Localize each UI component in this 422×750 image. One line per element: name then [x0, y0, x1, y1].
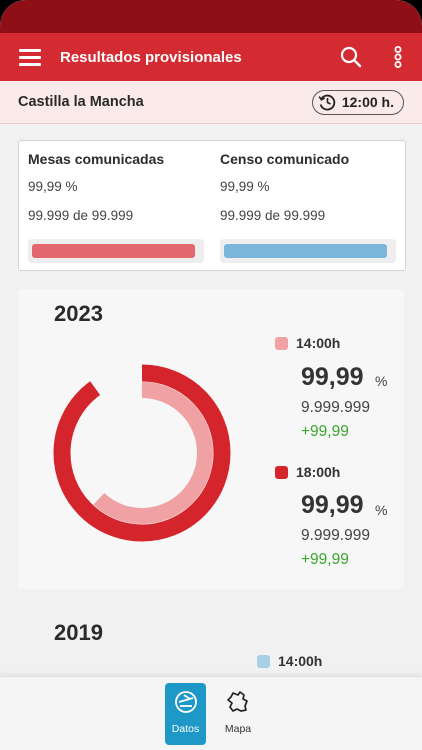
menu-button[interactable] [0, 33, 60, 81]
legend-time: 14:00h [296, 335, 341, 351]
region-bar: Castilla la Mancha 12:00 h. [0, 81, 422, 124]
mesas-progress-fill [32, 244, 195, 258]
legend-14h: 14:00h [275, 335, 340, 351]
year-label: 2019 [54, 620, 103, 645]
search-icon [340, 46, 362, 68]
nav-datos[interactable]: Datos [165, 683, 206, 745]
region-name: Castilla la Mancha [18, 94, 144, 110]
participation-donut [53, 364, 231, 542]
page-title: Resultados provisionales [60, 48, 242, 66]
ballot-box-icon [174, 691, 197, 713]
percent-unit: % [375, 373, 388, 389]
nav-mapa[interactable]: Mapa [217, 683, 259, 745]
censo-count: 99.999 de 99.999 [220, 208, 326, 223]
year-card-2023: 2023 14:00h 99,99 % 9.999.999 +99,99 18:… [18, 289, 404, 589]
votes-count: 9.999.999 [301, 527, 370, 544]
diff-value: +99,99 [301, 423, 349, 440]
year-label: 2023 [54, 301, 103, 326]
year-section-2019: 2019 14:00h [0, 596, 422, 676]
censo-percent: 99,99 % [220, 179, 270, 194]
legend-time: 14:00h [278, 653, 323, 669]
diff-value: +99,99 [301, 551, 349, 568]
percent-unit: % [375, 502, 388, 518]
legend-time: 18:00h [296, 464, 341, 480]
mesas-title: Mesas comunicadas [28, 151, 165, 167]
participation-value: 99,99 [301, 363, 364, 391]
participation-value: 99,99 [301, 491, 364, 519]
time-selector[interactable]: 12:00 h. [311, 89, 404, 115]
legend-swatch [275, 336, 288, 350]
legend-18h: 18:00h [275, 464, 340, 480]
nav-label: Mapa [224, 723, 252, 735]
censo-progress-fill [224, 244, 387, 258]
votes-count: 9.999.999 [301, 399, 370, 416]
mesas-column: Mesas comunicadas 99,99 % 99.999 de 99.9… [19, 141, 212, 270]
mesas-count: 99.999 de 99.999 [28, 208, 134, 223]
history-clock-icon [318, 94, 336, 111]
phone-screen: Resultados provisionales Castilla la Man… [0, 0, 422, 750]
app-bar: Resultados provisionales [0, 33, 422, 81]
search-button[interactable] [328, 33, 374, 81]
legend-14h: 14:00h [257, 653, 322, 669]
legend-swatch [257, 654, 270, 668]
hamburger-menu-icon [19, 49, 41, 66]
summary-card: Mesas comunicadas 99,99 % 99.999 de 99.9… [18, 140, 406, 271]
mesas-percent: 99,99 % [28, 179, 78, 194]
ring-14h [71, 382, 213, 524]
more-vertical-icon [394, 46, 402, 68]
region-map-icon [227, 691, 248, 712]
legend-swatch [275, 465, 288, 479]
censo-progress-bar [220, 239, 396, 263]
status-bar [0, 0, 422, 33]
mesas-progress-bar [28, 239, 204, 263]
censo-title: Censo comunicado [220, 151, 350, 167]
time-label: 12:00 h. [341, 94, 394, 110]
bottom-navigation: Datos Mapa [0, 676, 422, 750]
more-options-button[interactable] [374, 33, 422, 81]
nav-label: Datos [171, 723, 200, 735]
censo-column: Censo comunicado 99,99 % 99.999 de 99.99… [212, 141, 405, 270]
